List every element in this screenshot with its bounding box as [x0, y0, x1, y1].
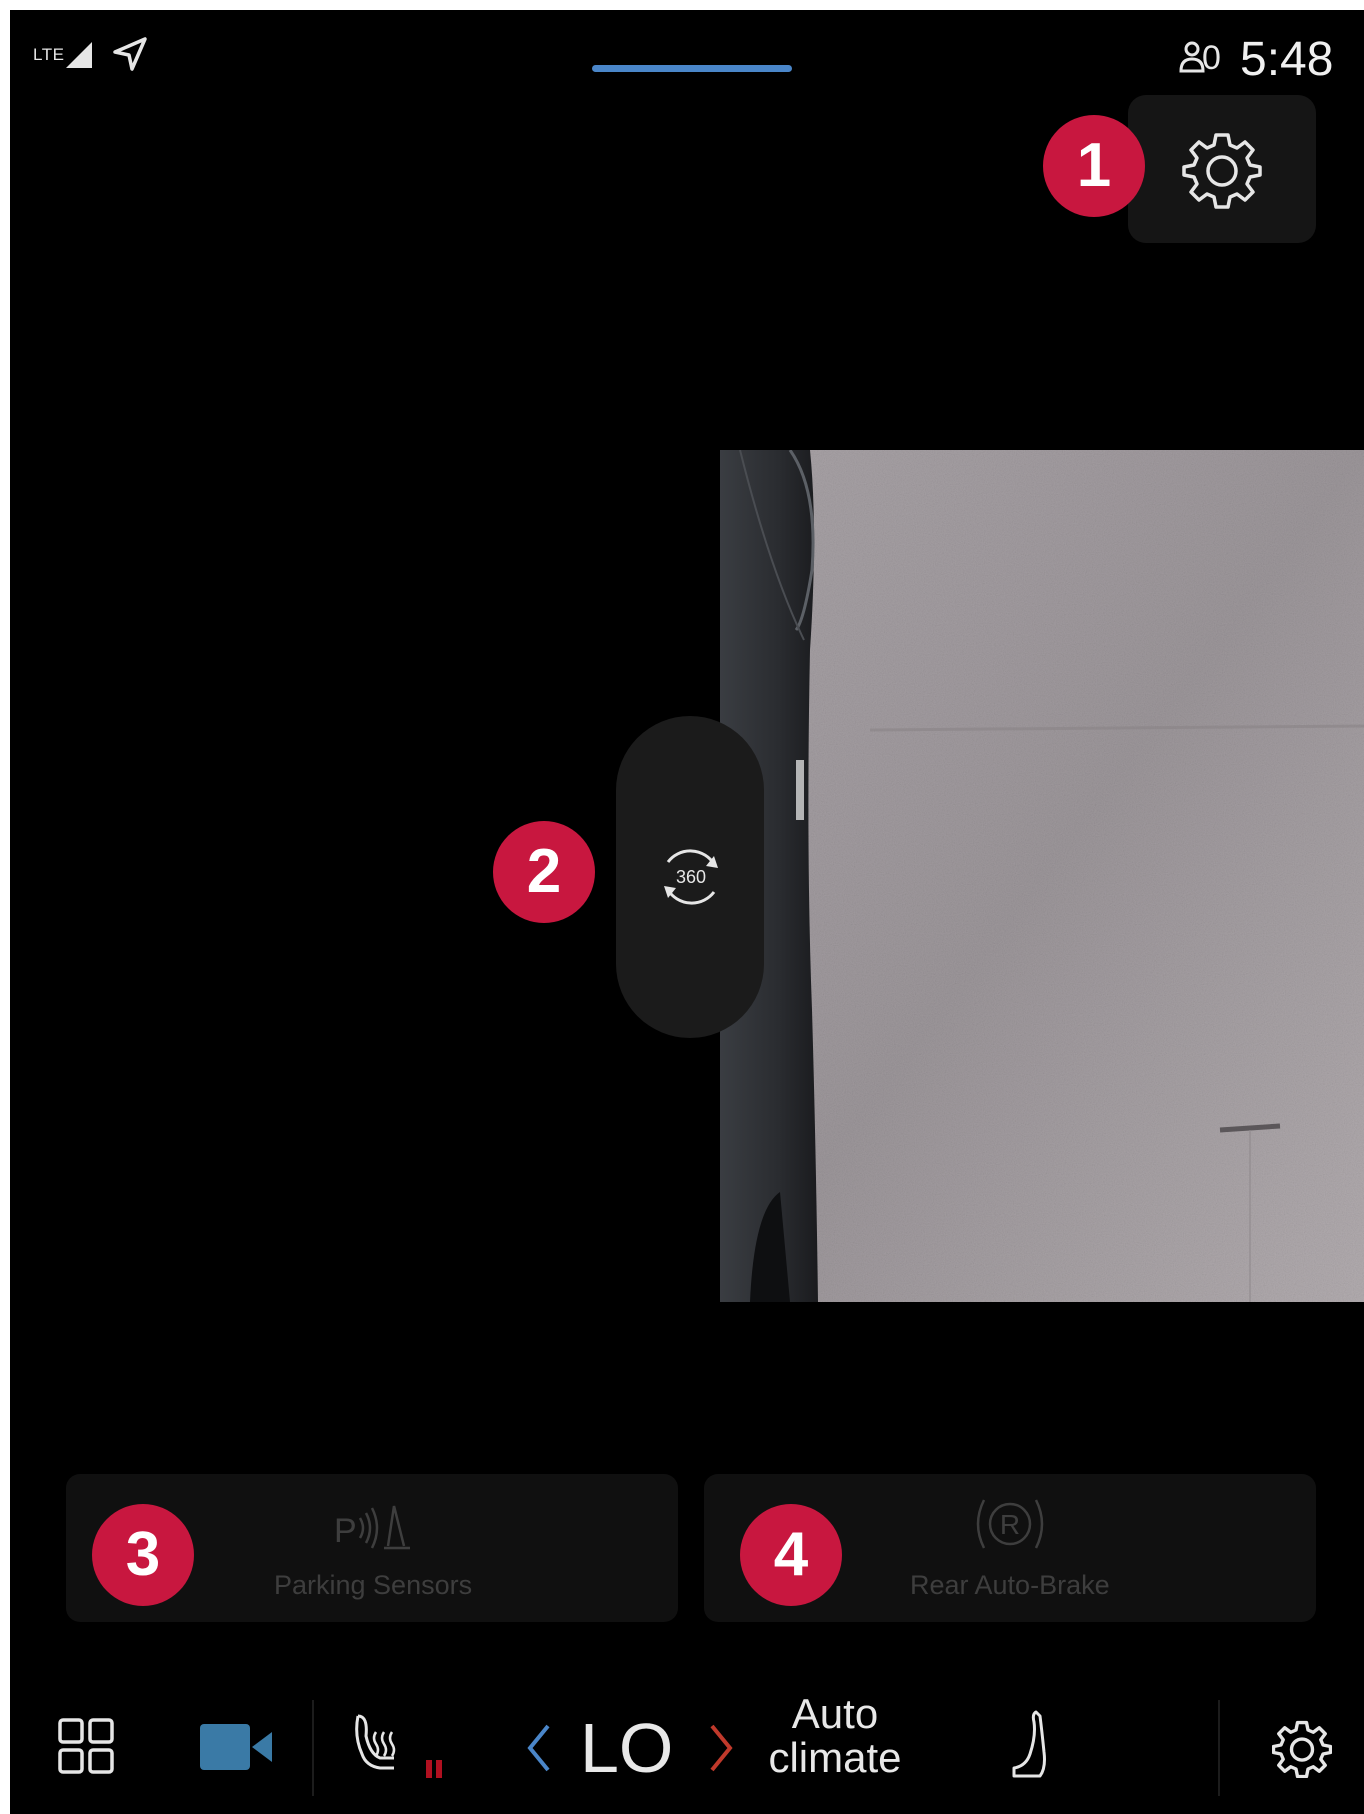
status-bar: LTE 0 5:48 — [10, 10, 1364, 100]
parking-sensors-icon: P — [334, 1505, 410, 1550]
parking-sensors-icon-letter: P — [334, 1512, 357, 1550]
seat-heat-icon[interactable] — [350, 1710, 446, 1780]
callout-4: 4 — [740, 1504, 842, 1606]
chevron-right-icon[interactable] — [706, 1722, 736, 1774]
drag-handle[interactable] — [592, 65, 792, 72]
rotate-360-label: 360 — [676, 867, 706, 887]
parking-sensors-label: Parking Sensors — [274, 1570, 473, 1600]
callout-2: 2 — [493, 821, 595, 923]
camera-screen: LTE 0 5:48 1 360 2 P Parking Sensors 3 R… — [10, 10, 1364, 1814]
network-type: LTE — [33, 45, 65, 64]
seat-icon[interactable] — [1006, 1708, 1052, 1782]
camera-settings-button[interactable] — [1128, 95, 1316, 243]
climate-bar: LO Auto climate — [10, 1680, 1364, 1814]
camera-icon[interactable] — [200, 1724, 274, 1770]
navigation-arrow-icon — [113, 37, 147, 71]
signal-icon — [66, 42, 92, 68]
rotate-360-button[interactable]: 360 — [616, 716, 764, 1038]
profile-count: 0 — [1202, 39, 1221, 77]
temperature-display[interactable]: LO — [580, 1708, 673, 1788]
camera-feed-image — [720, 450, 1364, 1302]
gear-icon — [1182, 133, 1262, 209]
app-grid-icon[interactable] — [58, 1718, 114, 1774]
clock: 5:48 — [1240, 33, 1334, 86]
callout-1: 1 — [1043, 115, 1145, 217]
auto-climate-line1: Auto — [791, 1690, 879, 1737]
rear-auto-brake-icon-letter: R — [1000, 1509, 1020, 1540]
chevron-left-icon[interactable] — [524, 1722, 554, 1774]
auto-climate-button[interactable]: Auto climate — [752, 1692, 918, 1780]
callout-3: 3 — [92, 1504, 194, 1606]
rear-auto-brake-icon: R — [976, 1499, 1044, 1549]
auto-climate-line2: climate — [768, 1734, 902, 1781]
rear-auto-brake-label: Rear Auto-Brake — [910, 1570, 1110, 1600]
divider — [312, 1700, 314, 1796]
divider — [1218, 1700, 1220, 1796]
360-rotate-icon: 360 — [664, 849, 718, 905]
camera-view[interactable] — [720, 450, 1364, 1302]
gear-icon[interactable] — [1272, 1718, 1332, 1778]
